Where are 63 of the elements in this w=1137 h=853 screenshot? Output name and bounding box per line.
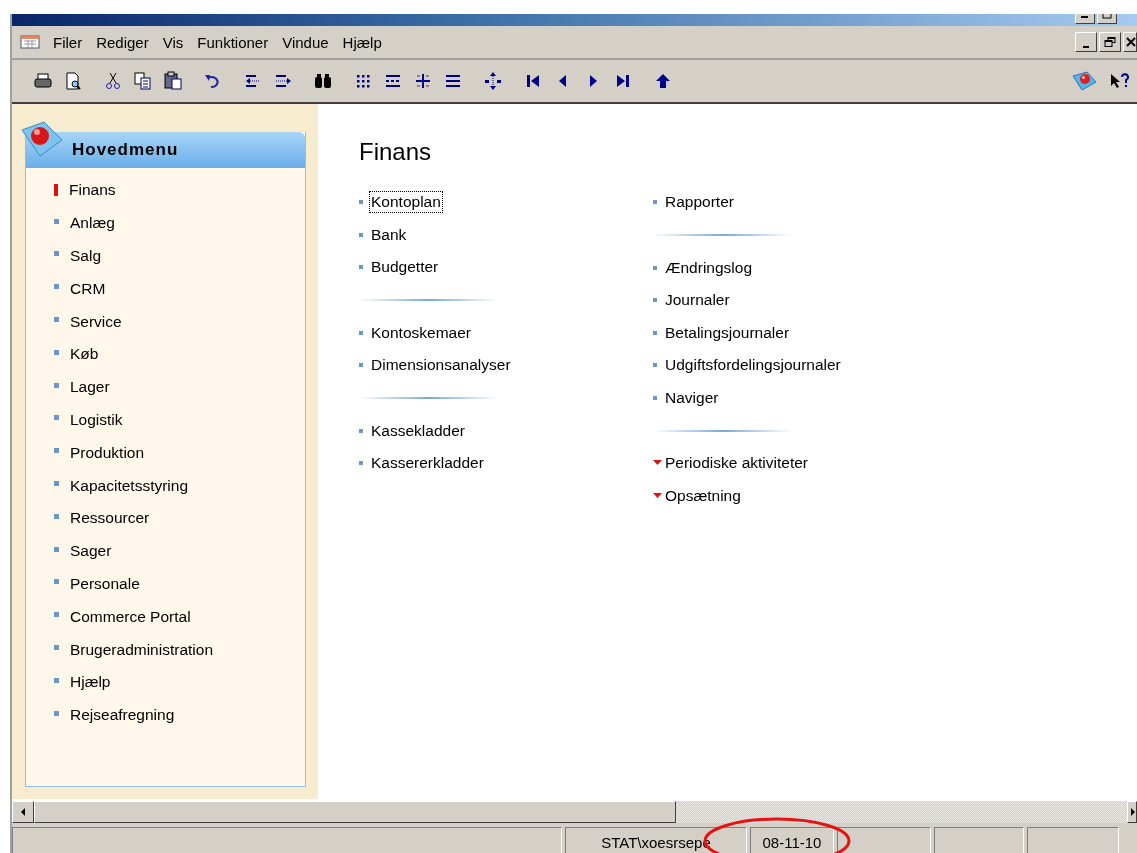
menu-link[interactable]: Kontoskemaer bbox=[369, 321, 473, 344]
horizontal-scrollbar[interactable] bbox=[12, 799, 1137, 823]
dropdown-triangle-icon bbox=[653, 492, 662, 499]
page-title: Finans bbox=[359, 138, 433, 166]
close-button[interactable] bbox=[1123, 32, 1137, 52]
menu-link[interactable]: Udgiftsfordelingsjournaler bbox=[663, 354, 843, 377]
menu-item[interactable]: Rediger bbox=[89, 33, 156, 51]
menu-link[interactable]: Bank bbox=[369, 223, 409, 246]
logo-icon[interactable] bbox=[1070, 70, 1098, 92]
window-icon[interactable] bbox=[20, 34, 40, 50]
menu-item[interactable]: Funktioner bbox=[190, 33, 276, 51]
sidebar-item[interactable]: Sager bbox=[54, 534, 112, 568]
binoculars-icon[interactable] bbox=[313, 71, 333, 91]
menu-item[interactable]: Vis bbox=[155, 33, 191, 51]
restore-icon bbox=[1104, 37, 1116, 47]
close-icon bbox=[1126, 37, 1136, 47]
menu-link[interactable]: Naviger bbox=[663, 386, 721, 409]
menu-link[interactable]: Ændringslog bbox=[663, 256, 755, 279]
menu-item[interactable]: Vindue bbox=[275, 33, 336, 51]
sort-icon[interactable] bbox=[483, 71, 503, 91]
sidebar-item[interactable]: Logistik bbox=[54, 403, 123, 437]
menu-link[interactable]: Periodiske aktiviteter bbox=[663, 452, 810, 475]
scroll-left-icon[interactable] bbox=[20, 808, 26, 816]
dropdown-triangle-icon bbox=[653, 460, 662, 467]
sidebar-item[interactable]: CRM bbox=[54, 272, 106, 306]
sidebar-item[interactable]: Kapacitetsstyring bbox=[54, 469, 189, 502]
menu-link[interactable]: Kontoplan bbox=[369, 191, 443, 214]
menu-link[interactable]: Kassekladder bbox=[369, 419, 467, 442]
sidebar-item[interactable]: Lager bbox=[54, 370, 110, 404]
minimize-icon bbox=[1083, 46, 1089, 48]
menu-link[interactable]: Betalingsjournaler bbox=[663, 321, 792, 344]
menu-link[interactable]: Kassererkladder bbox=[369, 452, 486, 475]
minimize-button[interactable] bbox=[1075, 32, 1097, 52]
sidebar-item[interactable]: Brugeradministration bbox=[54, 633, 213, 666]
cross-grid-icon[interactable] bbox=[413, 71, 433, 91]
menu-link[interactable]: Dimensionsanalyser bbox=[369, 354, 513, 377]
print-preview-icon[interactable] bbox=[63, 71, 83, 91]
sidebar-item[interactable]: Ressourcer bbox=[54, 501, 150, 535]
menu-link[interactable]: Opsætning bbox=[663, 484, 743, 507]
menu-link[interactable]: Budgetter bbox=[369, 256, 441, 279]
sidebar-item[interactable]: Anlæg bbox=[54, 206, 115, 240]
menu-link[interactable]: Journaler bbox=[663, 289, 732, 312]
restore-button[interactable] bbox=[1099, 32, 1121, 52]
sidebar-item[interactable]: Hjælp bbox=[54, 665, 111, 699]
sidebar-item[interactable]: Produktion bbox=[54, 436, 145, 470]
sidebar-item[interactable]: Finans bbox=[54, 174, 116, 207]
sidebar-item[interactable]: Commerce Portal bbox=[54, 600, 191, 634]
sidebar-item[interactable]: Køb bbox=[54, 338, 99, 371]
paste-icon[interactable] bbox=[163, 71, 183, 91]
help-pointer-icon[interactable] bbox=[1108, 71, 1132, 91]
sidebar-item[interactable]: Rejseafregning bbox=[54, 698, 175, 732]
menu-item[interactable]: Filer bbox=[46, 33, 90, 51]
panel-title: Hovedmenu bbox=[72, 140, 179, 160]
sidebar-item[interactable]: Personale bbox=[54, 567, 140, 601]
menu-item[interactable]: Hjælp bbox=[335, 33, 389, 51]
printer-icon[interactable] bbox=[33, 71, 53, 91]
copy-icon[interactable] bbox=[133, 71, 153, 91]
status-date: 08-11-10 bbox=[750, 827, 834, 853]
menu-link[interactable]: Rapporter bbox=[663, 191, 736, 214]
scroll-right-icon[interactable] bbox=[1130, 808, 1136, 816]
sidebar-item[interactable]: Service bbox=[54, 305, 122, 338]
cut-icon[interactable] bbox=[103, 71, 123, 91]
sidebar-item[interactable]: Salg bbox=[54, 239, 102, 273]
